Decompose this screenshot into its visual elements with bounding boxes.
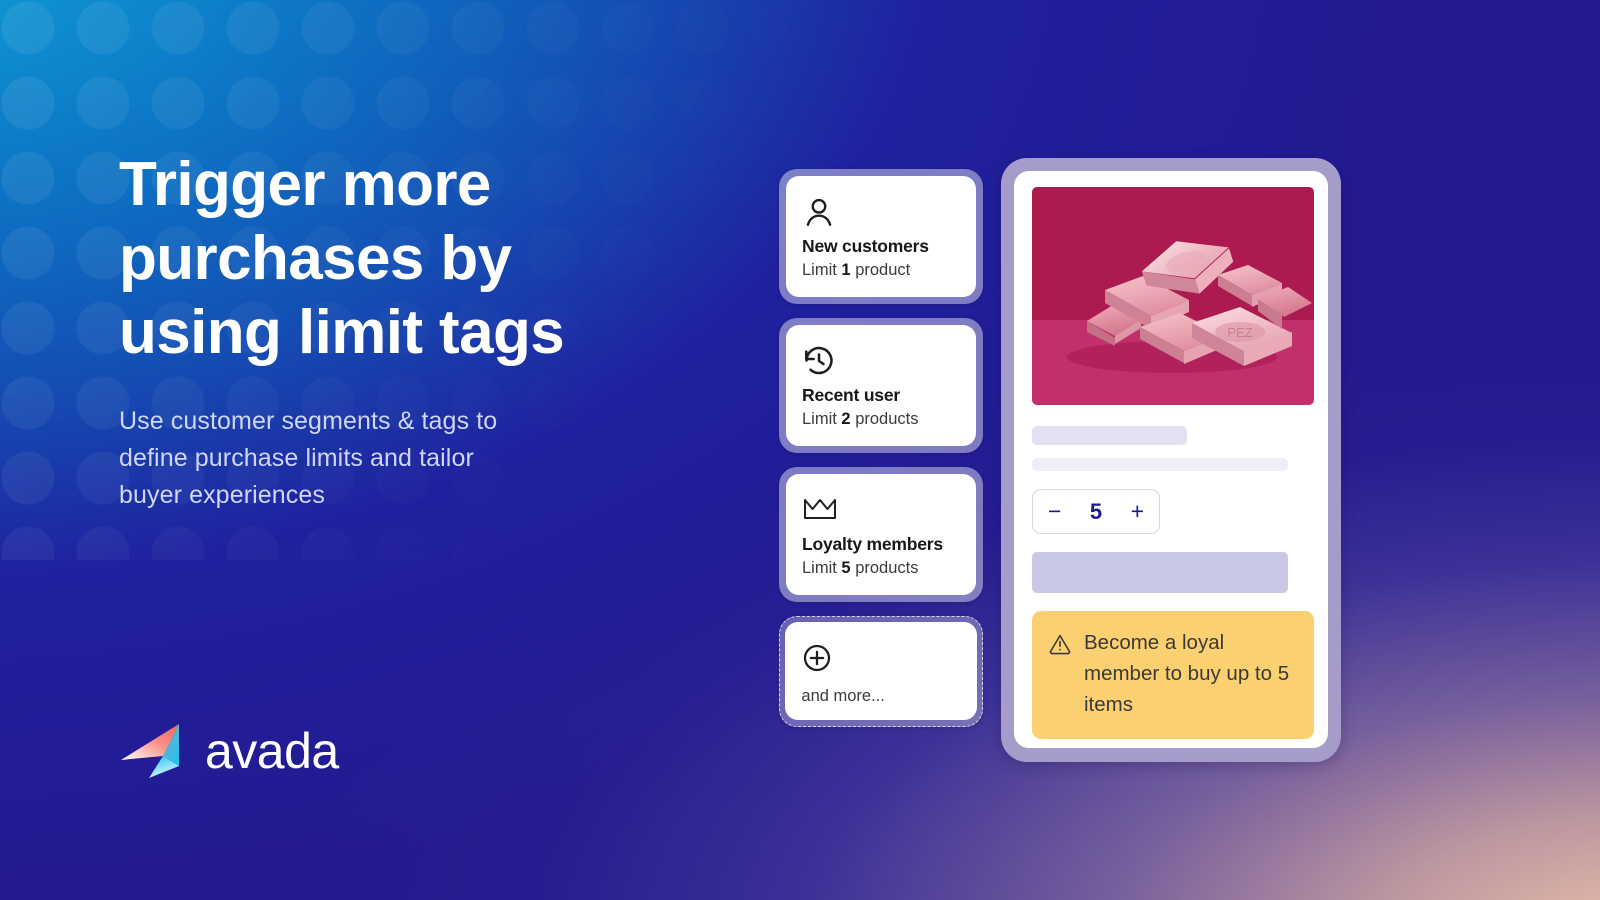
limit-prefix: Limit <box>802 559 842 577</box>
limit-suffix: products <box>850 559 919 577</box>
card-limit-text: Limit 1 product <box>802 261 960 280</box>
increment-button[interactable]: + <box>1131 500 1144 523</box>
card-title: Recent user <box>802 385 900 405</box>
svg-text:PEZ: PEZ <box>1227 325 1252 340</box>
brand-logo[interactable]: avada <box>119 722 339 780</box>
limit-suffix: products <box>850 410 919 428</box>
card-title: Loyalty members <box>802 534 943 554</box>
page-title: Trigger more purchases by using limit ta… <box>119 150 565 367</box>
product-title-placeholder <box>1032 426 1187 445</box>
limit-tag-card-list: New customers Limit 1 product Recent use… <box>779 169 983 727</box>
plus-circle-icon[interactable] <box>801 637 960 678</box>
brand-name: avada <box>205 723 339 779</box>
crown-icon <box>802 489 960 530</box>
limit-value: 1 <box>841 261 851 279</box>
add-to-cart-placeholder[interactable] <box>1032 552 1288 593</box>
card-limit-text: Limit 2 products <box>802 410 960 429</box>
history-clock-icon <box>802 340 960 381</box>
phone-mockup: PEZ − 5 + Become a loyal member to buy u <box>1001 158 1341 762</box>
person-icon <box>802 191 960 232</box>
limit-suffix: product <box>850 261 911 279</box>
card-title: New customers <box>802 236 929 256</box>
hero-copy: Trigger more purchases by using limit ta… <box>119 148 719 514</box>
limit-prefix: Limit <box>802 410 842 428</box>
limit-tag-card-add-more[interactable]: and more... <box>779 616 983 727</box>
card-limit-text: Limit 5 products <box>802 559 960 578</box>
product-subtitle-placeholder <box>1032 458 1288 471</box>
product-image: PEZ <box>1032 187 1314 405</box>
hero-subtitle: Use customer segments & tags to define p… <box>119 407 498 510</box>
quantity-stepper[interactable]: − 5 + <box>1032 489 1160 534</box>
candy-illustration: PEZ <box>1067 241 1312 373</box>
limit-notice-banner: Become a loyal member to buy up to 5 ite… <box>1032 611 1314 740</box>
phone-screen: PEZ − 5 + Become a loyal member to buy u <box>1014 171 1328 748</box>
quantity-value: 5 <box>1089 498 1103 524</box>
avada-logo-icon <box>121 724 179 778</box>
limit-tag-card-new-customers[interactable]: New customers Limit 1 product <box>779 169 983 304</box>
decrement-button[interactable]: − <box>1048 500 1061 523</box>
limit-tag-card-loyalty-members[interactable]: Loyalty members Limit 5 products <box>779 467 983 602</box>
limit-prefix: Limit <box>802 261 842 279</box>
limit-value: 5 <box>841 559 851 577</box>
limit-notice-text: Become a loyal member to buy up to 5 ite… <box>1084 631 1290 716</box>
card-title: and more... <box>801 687 885 706</box>
limit-value: 2 <box>841 410 851 428</box>
warning-triangle-icon <box>1049 634 1071 655</box>
limit-tag-card-recent-user[interactable]: Recent user Limit 2 products <box>779 318 983 453</box>
